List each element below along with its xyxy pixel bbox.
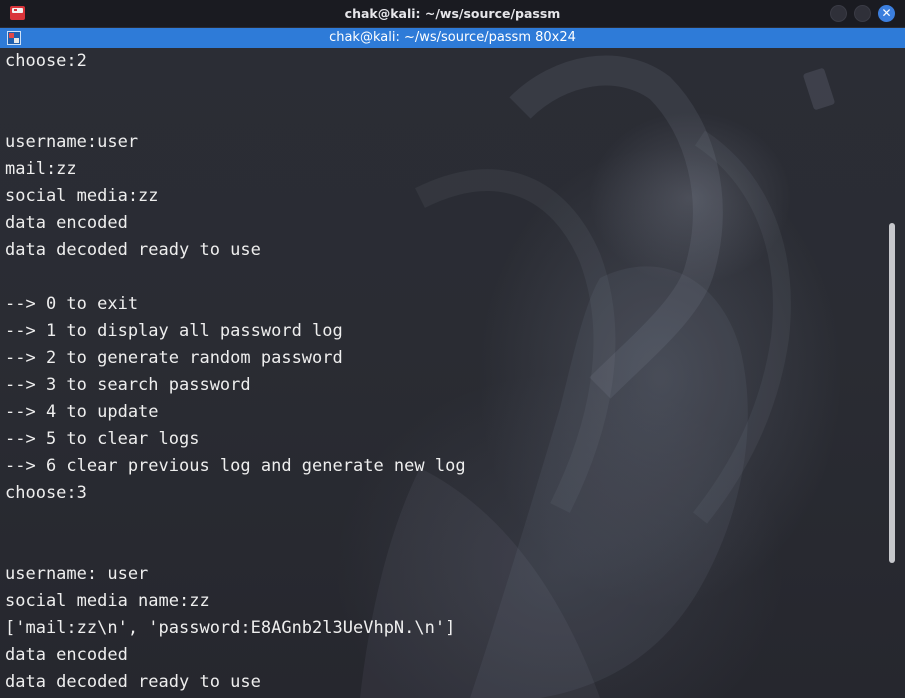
scrollbar-thumb[interactable] [889, 223, 895, 563]
maximize-button[interactable] [854, 5, 871, 22]
terminal-line: --> 0 to exit [5, 294, 139, 314]
terminal-output-area[interactable]: choose:2 username:user mail:zz social media… [0, 48, 905, 698]
terminal-line: data decoded ready to use [5, 672, 261, 692]
tab-bar[interactable]: chak@kali: ~/ws/source/passm 80x24 [0, 28, 905, 48]
terminal-line: --> 1 to display all password log [5, 321, 343, 341]
terminal-line: --> 5 to clear logs [5, 429, 200, 449]
terminal-line: username: user [5, 564, 149, 584]
terminal-line: mail:zz [5, 159, 77, 179]
terminal-line: data encoded [5, 213, 128, 233]
terminal-line: --> 3 to search password [5, 375, 251, 395]
window-title: chak@kali: ~/ws/source/passm [344, 6, 561, 21]
close-button[interactable]: ✕ [878, 5, 895, 22]
terminal-text[interactable]: choose:2 username:user mail:zz social media… [5, 48, 466, 696]
terminal-line: username:user [5, 132, 139, 152]
tab-title: chak@kali: ~/ws/source/passm 80x24 [329, 30, 576, 45]
minimize-button[interactable] [830, 5, 847, 22]
terminal-line: --> 4 to update [5, 402, 159, 422]
close-icon: ✕ [881, 6, 892, 20]
terminal-line: --> 2 to generate random password [5, 348, 343, 368]
title-bar[interactable]: chak@kali: ~/ws/source/passm ✕ [0, 0, 905, 28]
terminal-line: data encoded [5, 645, 128, 665]
terminal-line: --> 6 clear previous log and generate ne… [5, 456, 466, 476]
terminal-line: social media name:zz [5, 591, 210, 611]
terminal-window: chak@kali: ~/ws/source/passm ✕ chak@kali… [0, 0, 905, 698]
terminal-line: social media:zz [5, 186, 159, 206]
terminal-line: choose:2 [5, 51, 87, 71]
terminal-line: data decoded ready to use [5, 240, 261, 260]
terminal-line: ['mail:zz\n', 'password:E8AGnb2l3UeVhpN.… [5, 618, 456, 638]
terminal-line: choose:3 [5, 483, 87, 503]
wallpaper-tag-shape [803, 68, 835, 110]
